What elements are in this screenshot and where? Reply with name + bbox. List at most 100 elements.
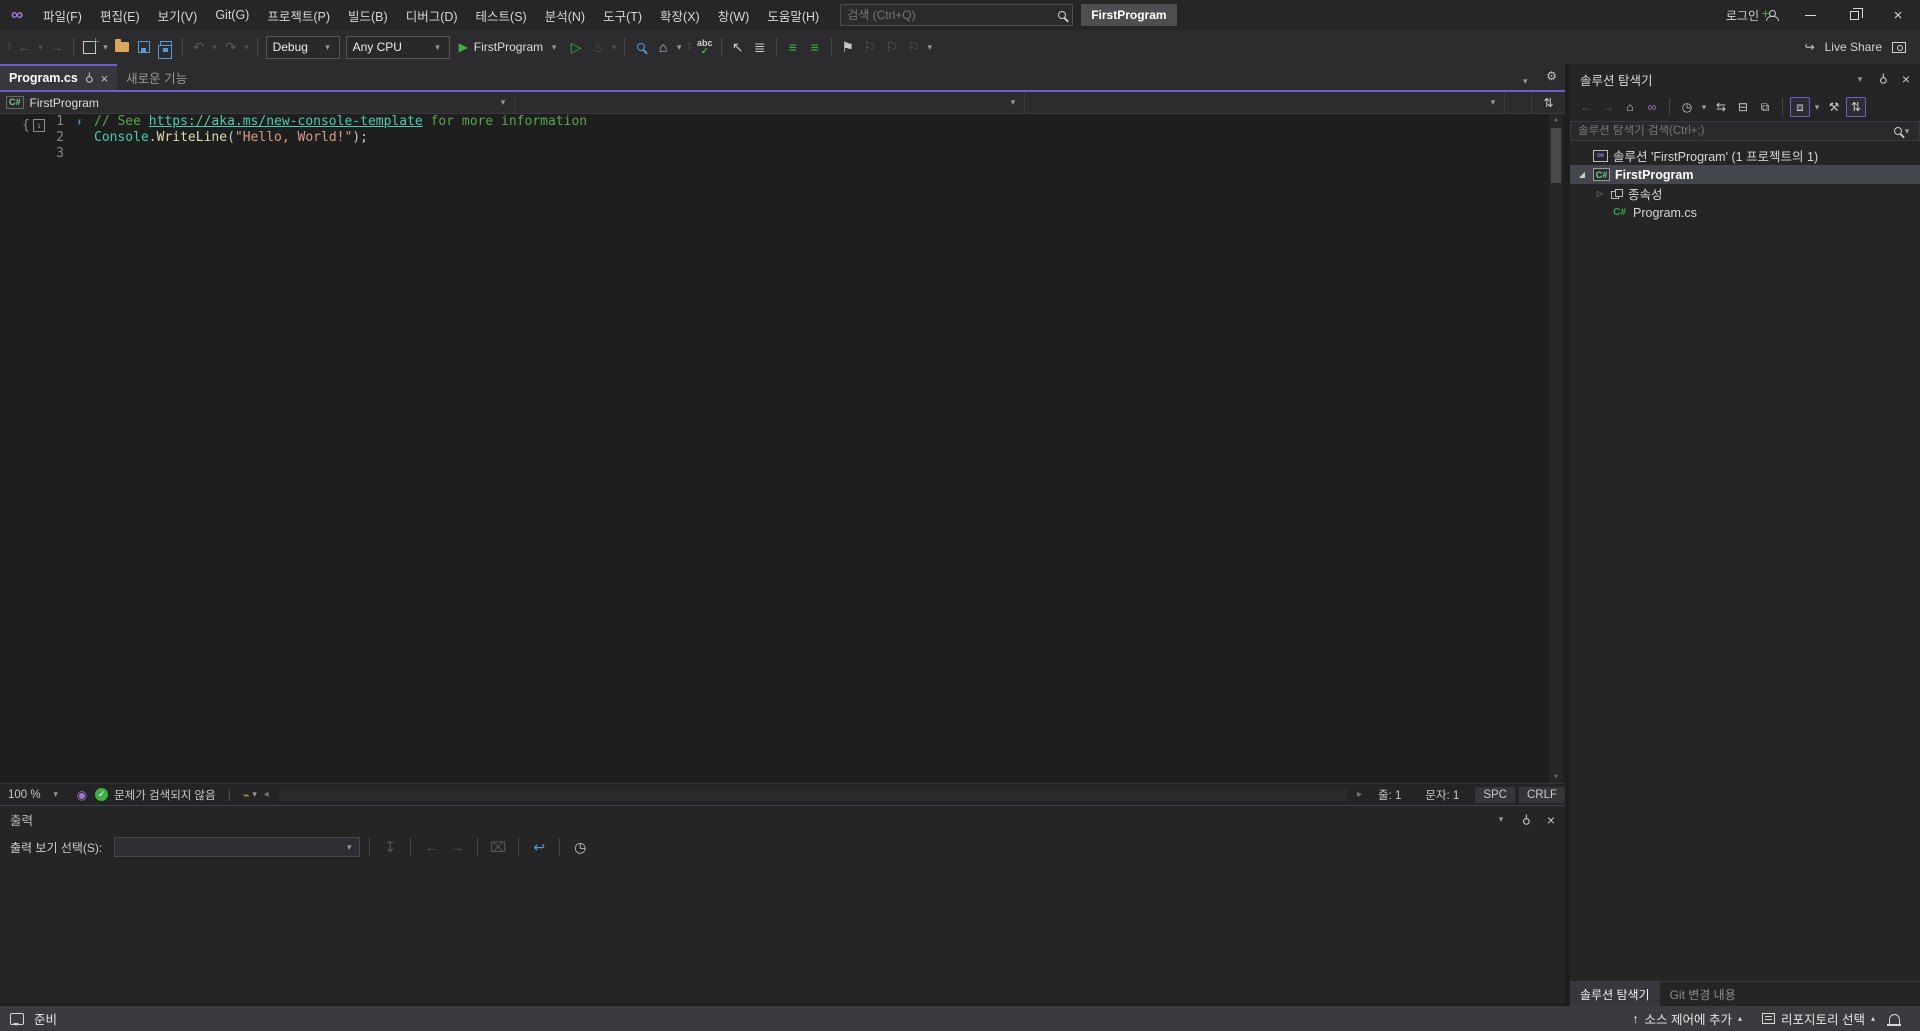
toggle-word-wrap-button[interactable]: ↩ xyxy=(528,835,550,859)
save-all-button[interactable] xyxy=(155,35,177,59)
format-document-button[interactable]: ≣ xyxy=(749,35,771,59)
solution-configurations-combo[interactable]: Debug ▾ xyxy=(265,35,340,59)
find-in-files-button[interactable] xyxy=(630,35,652,59)
find-message-in-code-button[interactable]: ↧ xyxy=(379,835,401,859)
restore-button[interactable] xyxy=(1832,0,1876,30)
tree-expander-icon[interactable]: ▷ xyxy=(1594,189,1606,198)
code-cleanup-dropdown[interactable]: ▾ xyxy=(250,783,260,807)
code-line[interactable]: 3 xyxy=(0,146,1545,162)
decrease-indent-button[interactable]: ≡ xyxy=(782,35,804,59)
se-search-input[interactable] xyxy=(1578,125,1894,137)
menu-item[interactable]: 보기(V) xyxy=(149,0,207,30)
clear-all-output-button[interactable]: ⌧ xyxy=(487,835,509,859)
new-project-button[interactable] xyxy=(79,35,101,59)
close-button[interactable]: × xyxy=(1876,0,1920,30)
output-content[interactable] xyxy=(0,861,1565,1004)
search-input[interactable] xyxy=(847,8,1059,22)
menu-item[interactable]: 프로젝트(P) xyxy=(258,0,339,30)
se-sync-with-active-document-button[interactable]: ⇆ xyxy=(1711,97,1731,117)
next-bookmark-button[interactable]: ⚐ xyxy=(881,35,903,59)
navigate-back-dropdown[interactable]: ▾ xyxy=(36,35,46,59)
vertical-scrollbar-thumb[interactable] xyxy=(1551,128,1561,183)
menu-item[interactable]: 테스트(S) xyxy=(467,0,536,30)
se-filter-dropdown[interactable]: ▾ xyxy=(1699,95,1709,119)
notifications-bell-icon[interactable] xyxy=(1887,1013,1901,1026)
se-preview-selected-items-button[interactable]: ⇅ xyxy=(1846,97,1866,117)
menu-item[interactable]: 분석(N) xyxy=(536,0,594,30)
clear-bookmarks-button[interactable]: ⚐ xyxy=(903,35,925,59)
output-source-value[interactable] xyxy=(120,839,345,855)
se-collapse-all-button[interactable]: ⊟ xyxy=(1733,97,1753,117)
se-back-button[interactable]: ← xyxy=(1576,97,1596,117)
menu-item[interactable]: 편집(E) xyxy=(91,0,149,30)
se-close-icon[interactable]: × xyxy=(1902,71,1910,87)
minimize-button[interactable] xyxy=(1788,0,1832,30)
zoom-control[interactable]: 100 % ▾ xyxy=(0,783,69,807)
space-mode-indicator[interactable]: SPC xyxy=(1475,786,1515,803)
type-navcombo[interactable]: ▾ xyxy=(515,92,1025,113)
hscroll-right-icon[interactable]: ▸ xyxy=(1353,789,1366,800)
eol-mode-indicator[interactable]: CRLF xyxy=(1518,786,1565,803)
member-navcombo[interactable]: ▾ xyxy=(1025,92,1505,113)
menu-item[interactable]: 디버그(D) xyxy=(397,0,467,30)
code-line[interactable]: 2 Console.WriteLine("Hello, World!"); xyxy=(0,130,1545,146)
health-message[interactable]: 문제가 검색되지 않음 xyxy=(114,787,216,803)
feedback-icon[interactable] xyxy=(1892,41,1906,53)
previous-bookmark-button[interactable]: ⚐ xyxy=(859,35,881,59)
menu-item[interactable]: 확장(X) xyxy=(651,0,709,30)
undo-dropdown[interactable]: ▾ xyxy=(210,35,220,59)
redo-button[interactable]: ↷ xyxy=(220,35,242,59)
solution-name-badge[interactable]: FirstProgram xyxy=(1081,4,1177,26)
code-editor[interactable]: { ↴ 1 ⌁// See https://aka.ms/new-console-… xyxy=(0,114,1565,783)
start-without-debugging-button[interactable]: ▷ xyxy=(565,35,587,59)
se-window-dropdown[interactable]: ▾ xyxy=(1855,67,1865,91)
hscroll-left-icon[interactable]: ◂ xyxy=(260,789,273,800)
open-file-button[interactable] xyxy=(111,35,133,59)
navigate-to-cursor-button[interactable]: ↖ xyxy=(727,35,749,59)
quick-actions-icon[interactable]: ⌁ xyxy=(71,114,87,137)
previous-message-button[interactable]: ← xyxy=(420,835,442,859)
toolbar-grip[interactable]: ⁞⁞ xyxy=(684,42,694,53)
output-window-dropdown[interactable]: ▾ xyxy=(1496,808,1506,832)
hot-reload-dropdown[interactable]: ▾ xyxy=(609,35,619,59)
increase-indent-button[interactable]: ≡ xyxy=(804,35,826,59)
menu-item[interactable]: 도움말(H) xyxy=(758,0,828,30)
tab-pin-icon[interactable]: ⚲ xyxy=(85,71,94,85)
code-line[interactable]: 1 ⌁// See https://aka.ms/new-console-temp… xyxy=(0,114,1545,130)
editor-options-gear-icon[interactable]: ⚙ xyxy=(1546,69,1557,93)
menu-item[interactable]: 도구(T) xyxy=(594,0,651,30)
tree-item-종속성[interactable]: ▷ 종속성 xyxy=(1570,184,1920,203)
split-window-button[interactable]: ⇅ xyxy=(1531,92,1565,113)
se-pin-icon[interactable]: ⚲ xyxy=(1879,72,1888,86)
panel-tab-Git 변경 내용[interactable]: Git 변경 내용 xyxy=(1660,982,1746,1006)
code-cleanup-button[interactable]: ⌁ xyxy=(243,788,250,802)
project-navcombo[interactable]: C# FirstProgram ▾ xyxy=(0,92,515,113)
tab-새로운 기능[interactable]: 새로운 기능 xyxy=(117,64,196,90)
bookmark-dropdown[interactable]: ▾ xyxy=(925,35,935,59)
run-target-dropdown[interactable]: ▾ xyxy=(549,35,559,59)
navigate-back-button[interactable]: ← xyxy=(14,35,36,59)
menu-item[interactable]: 창(W) xyxy=(709,0,759,30)
output-pin-icon[interactable]: ⚲ xyxy=(1522,813,1531,827)
redo-dropdown[interactable]: ▾ xyxy=(242,35,252,59)
se-file-nesting-button[interactable]: ⧈ xyxy=(1790,97,1810,117)
solution-explorer-home-button[interactable]: ⌂ xyxy=(652,35,674,59)
menu-item[interactable]: 파일(F) xyxy=(34,0,91,30)
vertical-scrollbar[interactable]: ▴ ▾ xyxy=(1549,114,1563,783)
sign-in-button[interactable]: 로그인 ＋ xyxy=(1716,7,1788,24)
next-message-button[interactable]: → xyxy=(446,835,468,859)
tree-item-솔루션 'FirstProgram' (1 프로젝트의 1)[interactable]: ∞ 솔루션 'FirstProgram' (1 프로젝트의 1) xyxy=(1570,146,1920,165)
output-close-icon[interactable]: × xyxy=(1547,812,1555,828)
tab-close-icon[interactable]: × xyxy=(101,71,109,86)
timestamp-button[interactable]: ◷ xyxy=(569,835,591,859)
hot-reload-button[interactable]: ♨ xyxy=(587,35,609,59)
navigate-forward-button[interactable]: → xyxy=(46,35,68,59)
document-list-dropdown[interactable]: ▾ xyxy=(1520,69,1530,93)
toggle-bookmark-button[interactable]: ⚑ xyxy=(837,35,859,59)
select-repository-button[interactable]: 리포지토리 선택 ▴ xyxy=(1756,1006,1881,1031)
undo-button[interactable]: ↶ xyxy=(188,35,210,59)
se-switch-views-button[interactable]: ∞ xyxy=(1642,97,1662,117)
start-debugging-button[interactable]: ▶ FirstProgram ▾ xyxy=(453,35,566,59)
save-button[interactable] xyxy=(133,35,155,59)
home-dropdown[interactable]: ▾ xyxy=(674,35,684,59)
